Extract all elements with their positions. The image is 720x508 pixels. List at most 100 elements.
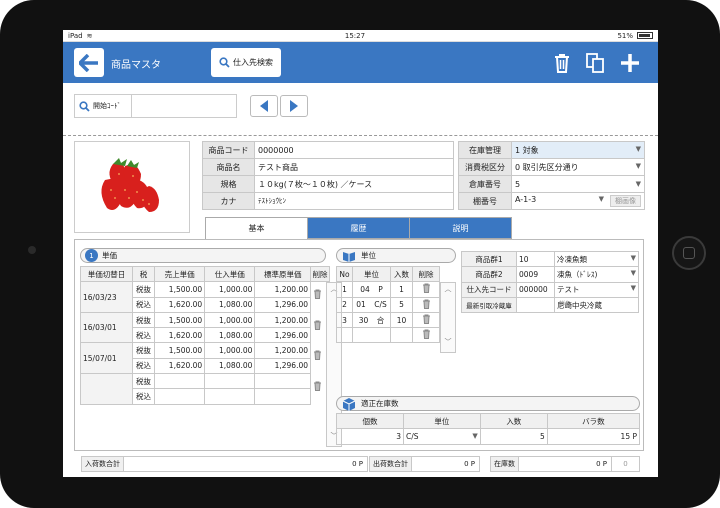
unit-delete-cell[interactable] [412,281,440,298]
group-name-select[interactable]: 凍魚（ﾄﾞﾚｽ) ▼ [554,266,639,283]
unit-scrollbar[interactable]: ︿ ﹀ [440,282,456,353]
col-delete: 削除 [311,266,330,282]
product-info-table: 商品コード 0000000 商品名 テスト商品 規格 １０kg(７枚〜１０枚) ／ケー… [202,141,454,210]
price-value-cell[interactable] [254,388,311,405]
price-value-cell[interactable]: 1,000.00 [204,342,256,359]
trash-icon[interactable] [422,329,431,341]
trash-icon[interactable] [313,320,325,334]
supplier-search-button[interactable]: 仕入先検索 [211,48,281,77]
price-row: 15/07/01 税抜 1,500.00 1,000.00 1,200.00 [80,342,311,375]
group-label: 最新引取冷蔵庫 [461,296,517,314]
start-code-label: 開始ｺｰﾄﾞ [93,102,121,110]
trash-icon[interactable] [552,52,572,74]
group-name-select[interactable]: テスト ▼ [554,281,639,298]
price-value-cell[interactable]: 1,500.00 [153,342,206,359]
name-field[interactable]: テスト商品 [254,158,454,176]
unit-qty-cell[interactable]: 10 [390,311,413,329]
copy-icon[interactable] [585,52,605,74]
tab-description[interactable]: 説明 [409,217,512,239]
code-field[interactable]: 0000000 [254,141,454,159]
product-photo[interactable] [74,141,190,233]
price-value-cell[interactable]: 1,080.00 [204,327,256,344]
unit-table: No 単位 入数 削除 1 04 P 1 2 01 C/S 5 3 30 合 10 [336,265,440,344]
kana-field[interactable]: ﾃｽﾄｼｮｳﾋﾝ [254,192,454,210]
col-date: 単価切替日 [80,265,133,283]
price-date-cell[interactable]: 16/03/23 [80,281,133,313]
unit-delete-cell[interactable] [412,327,440,344]
tax-type-cell: 税抜 [132,281,155,298]
price-value-cell[interactable]: 1,620.00 [153,357,206,375]
price-section-header: 1 単価 [80,248,326,263]
add-icon[interactable] [620,52,640,74]
unit-cell[interactable]: 30 合 [352,311,391,329]
price-value-cell[interactable]: 1,620.00 [153,296,206,313]
stock-mgmt-label: 在庫管理 [458,141,512,159]
tab-history[interactable]: 履歴 [307,217,410,239]
stock-count-field[interactable]: 3 [335,428,405,445]
price-date-cell[interactable]: 16/03/01 [80,311,133,344]
unit-cell[interactable]: 04 P [352,281,391,298]
price-value-cell[interactable]: 1,080.00 [204,357,256,375]
next-button[interactable] [280,95,308,117]
price-value-cell[interactable]: 1,500.00 [153,311,206,329]
tab-basic[interactable]: 基本 [205,217,308,239]
price-value-cell[interactable]: 1,200.00 [254,281,311,298]
group-code[interactable] [516,296,555,314]
tax-type-cell: 税込 [132,388,155,405]
group-code[interactable]: 10 [516,250,555,268]
prev-button[interactable] [250,95,278,117]
unit-delete-cell[interactable] [412,296,440,313]
tax-label: 消費税区分 [458,158,512,176]
stock-unit-select[interactable]: C/S ▼ [403,428,481,445]
price-value-cell[interactable]: 1,000.00 [204,311,256,329]
unit-delete-cell[interactable] [412,311,440,329]
price-value-cell[interactable]: 1,296.00 [254,357,311,375]
price-value-cell[interactable]: 1,200.00 [254,342,311,359]
price-value-cell[interactable]: 1,080.00 [204,296,256,313]
stock-mgmt-select[interactable]: 1 対象 ▼ [511,141,645,159]
price-date-cell[interactable]: 15/07/01 [80,342,133,375]
group-name: 凍魚（ﾄﾞﾚｽ) [557,269,598,279]
group-row: 仕入先コード 000000 テスト ▼ [461,281,639,298]
spec-field[interactable]: １０kg(７枚〜１０枚) ／ケース [254,175,454,193]
col-qty: 入数 [390,265,413,283]
device-label: iPad [68,31,83,40]
price-value-cell[interactable]: 1,296.00 [254,327,311,344]
trash-icon[interactable] [422,283,431,295]
trash-icon[interactable] [422,299,431,311]
group-code[interactable]: 0009 [516,266,555,283]
stock-mgmt-value: 1 対象 [515,145,539,155]
trash-icon[interactable] [422,314,431,326]
trash-icon[interactable] [313,289,325,303]
warehouse-select[interactable]: 5 ▼ [511,175,645,193]
tax-select[interactable]: 0 取引先区分通り ▼ [511,158,645,176]
clock: 15:27 [344,31,366,40]
price-value-cell[interactable]: 1,620.00 [153,327,206,344]
home-button[interactable] [672,236,706,270]
tax-type-cell: 税抜 [132,342,155,359]
unit-cell[interactable]: 01 C/S [352,296,391,313]
price-value-cell[interactable]: 1,200.00 [254,311,311,329]
price-date-cell[interactable] [80,373,133,405]
stock-qty-field: 5 [479,428,548,445]
warehouse-label: 倉庫番号 [458,175,512,193]
back-button[interactable] [74,48,104,77]
price-value-cell[interactable] [254,373,311,390]
price-value-cell[interactable]: 1,296.00 [254,296,311,313]
group-code[interactable]: 000000 [516,281,555,298]
group-name-select[interactable]: 冷凍魚類 ▼ [554,250,639,268]
shelf-select[interactable]: A-1-3 棚画像 ▼ [511,192,645,210]
price-value-cell[interactable] [153,373,206,390]
trash-icon[interactable] [313,381,325,395]
price-value-cell[interactable]: 1,500.00 [153,281,206,298]
unit-qty-cell[interactable]: 5 [390,296,413,313]
search-icon [79,100,90,112]
price-value-cell[interactable] [204,373,256,390]
shelf-image-button[interactable]: 棚画像 [610,195,641,207]
trash-icon[interactable] [313,350,325,364]
price-value-cell[interactable]: 1,000.00 [204,281,256,298]
unit-qty-cell[interactable]: 1 [390,281,413,298]
stock-table: 個数 単位 入数 バラ数 3 C/S ▼ 5 15 P [335,412,641,445]
price-value-cell[interactable] [153,388,206,405]
price-value-cell[interactable] [204,388,256,405]
